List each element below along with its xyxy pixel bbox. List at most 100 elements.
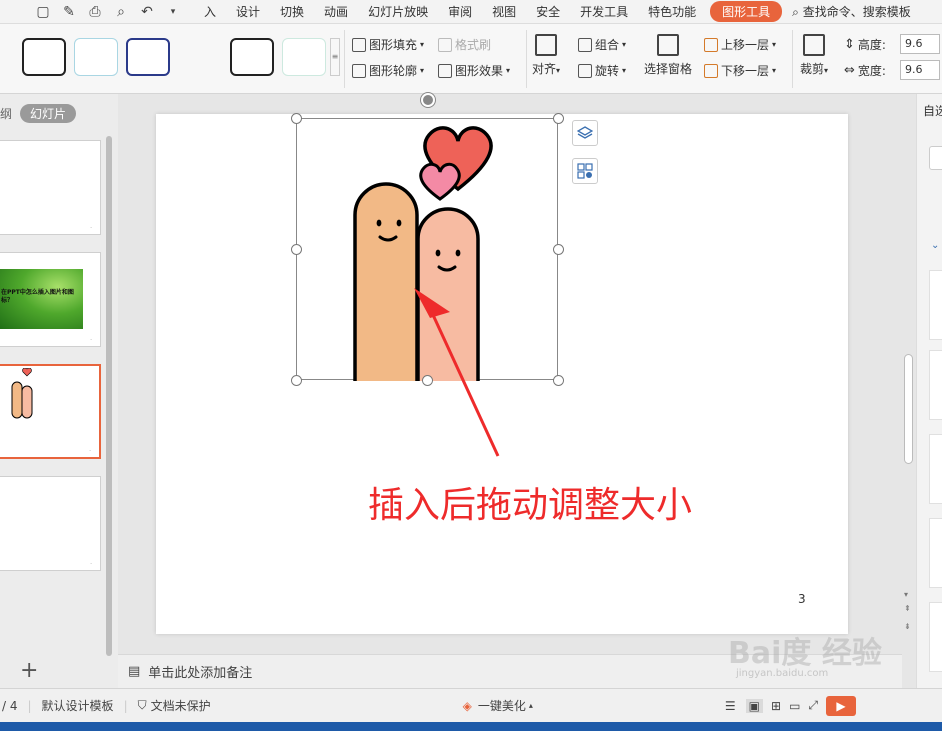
format-brush-button[interactable]: 格式刷	[438, 36, 491, 53]
width-icon: ⇔	[844, 63, 855, 78]
quick-access-toolbar: ▢ ✎ ⎙ ⌕ ↶ ▾	[0, 4, 182, 20]
slide-thumbnail-1[interactable]: .	[0, 140, 101, 235]
bring-forward-label: 上移一层	[721, 38, 770, 52]
dropdown-icon[interactable]: ▾	[164, 7, 182, 17]
chevron-down-icon[interactable]: ⌄	[931, 240, 939, 251]
design-template-label[interactable]: 默认设计模板	[42, 697, 114, 714]
save-icon[interactable]: ▢	[34, 4, 52, 20]
shape-outline-label: 图形轮廓	[369, 64, 418, 78]
shape-effects-button[interactable]: 图形效果 ▾	[438, 62, 510, 79]
group-label: 组合	[595, 38, 620, 52]
thumbnail-scrollbar[interactable]	[106, 136, 112, 656]
notes-toggle-icon[interactable]: ☰	[725, 699, 736, 713]
width-label: 宽度:	[857, 64, 886, 78]
rotate-label: 旋转	[595, 64, 620, 78]
send-backward-button[interactable]: 下移一层 ▾	[704, 62, 776, 79]
align-icon	[535, 34, 558, 56]
rotate-icon	[578, 63, 592, 78]
shape-fill-button[interactable]: 图形填充 ▾	[352, 36, 424, 53]
shape-fill-label: 图形填充	[369, 38, 418, 52]
resize-handle-bottom-right[interactable]	[553, 375, 564, 386]
tab-insert[interactable]: 入	[194, 3, 226, 20]
tab-security[interactable]: 安全	[526, 3, 570, 20]
slide-sorter-icon[interactable]: ⊞	[771, 699, 781, 713]
undo-icon[interactable]: ↶	[138, 4, 156, 20]
rotate-handle-icon[interactable]	[421, 93, 435, 107]
thumbnail-dot: .	[90, 559, 92, 566]
chevron-up-icon[interactable]: ▴	[529, 701, 533, 710]
tab-special[interactable]: 特色功能	[638, 3, 706, 20]
page-indicator: / 4	[2, 698, 18, 713]
task-pane-card[interactable]	[929, 270, 942, 340]
shape-style-6[interactable]	[282, 38, 326, 76]
search-icon: ⌕	[792, 5, 799, 19]
task-pane-card[interactable]	[929, 434, 942, 504]
gallery-scroll[interactable]: ≡	[330, 38, 340, 76]
task-pane-card[interactable]	[929, 602, 942, 672]
height-input[interactable]: 9.6	[900, 34, 940, 54]
tab-developer[interactable]: 开发工具	[570, 3, 638, 20]
baidu-watermark-url: jingyan.baidu.com	[736, 668, 829, 679]
shape-style-1[interactable]	[22, 38, 66, 76]
selection-pane-button[interactable]: 选择窗格	[644, 34, 692, 77]
shape-style-4[interactable]	[178, 38, 222, 76]
tab-transitions[interactable]: 切换	[270, 3, 314, 20]
add-slide-icon[interactable]: +	[20, 658, 38, 683]
beautify-icon: ◈	[462, 698, 472, 713]
bring-forward-button[interactable]: 上移一层 ▾	[704, 36, 776, 53]
play-slideshow-button[interactable]: ▶	[826, 695, 857, 716]
resize-handle-middle-right[interactable]	[553, 244, 564, 255]
resize-handle-middle-left[interactable]	[291, 244, 302, 255]
ribbon-divider	[344, 30, 345, 88]
fullscreen-icon[interactable]: ⤢	[808, 698, 818, 713]
slide-canvas: 插入后拖动调整大小 3	[118, 93, 904, 654]
task-pane-card[interactable]	[929, 350, 942, 420]
align-button[interactable]: 对齐▾	[532, 34, 560, 77]
print-preview-icon[interactable]: ⌕	[112, 4, 130, 20]
resize-handle-bottom-left[interactable]	[291, 375, 302, 386]
shape-style-3[interactable]	[126, 38, 170, 76]
scroll-down-icon[interactable]: ▾	[904, 590, 908, 599]
image-tools-icon[interactable]	[572, 158, 598, 184]
tab-shape-tools[interactable]: 图形工具	[710, 1, 783, 22]
slide-thumbnail-2[interactable]: 在PPT中怎么插入图片和图标？ .	[0, 252, 101, 347]
rotate-button[interactable]: 旋转 ▾	[578, 62, 626, 79]
resize-handle-top-left[interactable]	[291, 113, 302, 124]
protection-status[interactable]: 文档未保护	[151, 697, 211, 714]
tab-review[interactable]: 审阅	[438, 3, 482, 20]
print-icon[interactable]: ⎙	[86, 4, 104, 20]
tab-outline[interactable]: 纲	[0, 105, 12, 122]
tab-slides[interactable]: 幻灯片	[20, 104, 77, 123]
thumbnail-title: 在PPT中怎么插入图片和图标？	[1, 289, 74, 304]
format-painter-icon[interactable]: ✎	[60, 4, 78, 20]
tab-view[interactable]: 视图	[482, 3, 526, 20]
task-pane-card[interactable]	[929, 518, 942, 588]
tab-animations[interactable]: 动画	[314, 3, 358, 20]
current-slide[interactable]: 插入后拖动调整大小 3	[156, 93, 848, 634]
red-arrow-annotation	[414, 288, 500, 457]
crop-button[interactable]: 裁剪▾	[800, 34, 828, 77]
layer-options-icon[interactable]	[572, 120, 598, 146]
one-click-beautify-button[interactable]: 一键美化	[478, 697, 526, 714]
shape-style-2[interactable]	[74, 38, 118, 76]
scroll-prev-page-icon[interactable]: ⇞	[904, 604, 911, 613]
slide-thumbnail-3[interactable]: .	[0, 364, 101, 459]
shape-style-5[interactable]	[230, 38, 274, 76]
shape-outline-button[interactable]: 图形轮廓 ▾	[352, 62, 424, 79]
scrollbar-thumb[interactable]	[904, 354, 913, 464]
normal-view-icon[interactable]: ▣	[745, 698, 764, 713]
resize-handle-top-right[interactable]	[553, 113, 564, 124]
align-label: 对齐	[532, 62, 557, 76]
group-button[interactable]: 组合 ▾	[578, 36, 626, 53]
canvas-vertical-scrollbar[interactable]: ▾ ⇞ ⇟	[902, 94, 916, 654]
format-brush-icon	[438, 37, 452, 52]
tab-slideshow[interactable]: 幻灯片放映	[358, 3, 438, 20]
shield-icon: ⛉	[137, 698, 147, 712]
scroll-next-page-icon[interactable]: ⇟	[904, 622, 911, 631]
tab-design[interactable]: 设计	[226, 3, 270, 20]
task-pane-search[interactable]	[929, 146, 942, 170]
command-search[interactable]: ⌕ 查找命令、搜索模板	[792, 3, 911, 20]
slide-thumbnail-4[interactable]: .	[0, 476, 101, 571]
width-input[interactable]: 9.6	[900, 60, 940, 80]
reading-view-icon[interactable]: ▭	[789, 699, 800, 713]
